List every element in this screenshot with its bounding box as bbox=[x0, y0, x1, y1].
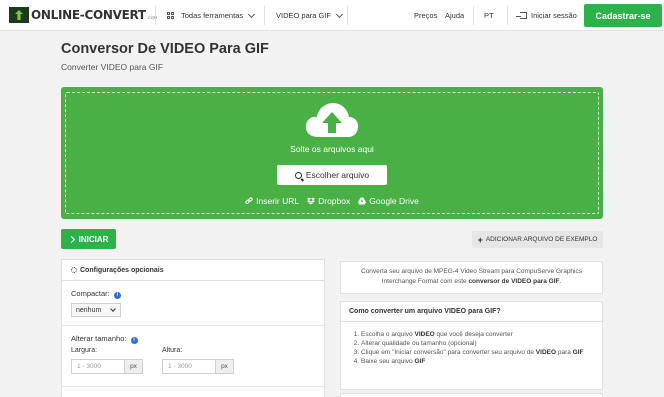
nav-divider bbox=[507, 6, 508, 25]
gear-icon bbox=[71, 267, 77, 273]
how-to-panel: Como converter um arquivo VIDEO para GIF… bbox=[340, 301, 603, 390]
sign-up-button[interactable]: Cadastrar-se bbox=[584, 4, 662, 27]
resize-label-text: Alterar tamanho: bbox=[71, 334, 127, 343]
google-drive-label: Google Drive bbox=[369, 196, 419, 206]
list-item: Baixe seu arquivo GIF bbox=[361, 357, 597, 366]
dropbox-label: Dropbox bbox=[318, 196, 351, 206]
cloud-upload-icon bbox=[305, 103, 359, 137]
how-to-title: Como converter um arquivo VIDEO para GIF… bbox=[341, 302, 602, 322]
settings-title: Configurações opcionais bbox=[80, 266, 164, 274]
how-to-steps: Escolha o arquivo VIDEO que você deseja … bbox=[361, 330, 597, 366]
add-sample-file-button[interactable]: + ADICIONAR ARQUIVO DE EXEMPLO bbox=[472, 231, 603, 248]
plus-icon: + bbox=[477, 234, 483, 245]
height-input[interactable]: 1 - 3000 px bbox=[162, 359, 234, 374]
drop-files-text: Solte os arquivos aqui bbox=[290, 144, 374, 154]
info-icon[interactable]: i bbox=[113, 292, 121, 299]
chevron-down-icon bbox=[335, 10, 344, 18]
page-subtitle: Converter VIDEO para GIF bbox=[61, 62, 164, 72]
link-icon bbox=[245, 197, 253, 205]
compress-select[interactable]: nenhum bbox=[71, 303, 121, 317]
divider bbox=[62, 386, 324, 387]
prices-link[interactable]: Preços bbox=[414, 0, 437, 31]
dropbox-button[interactable]: Dropbox bbox=[307, 196, 350, 206]
cloud-sources: Inserir URL Dropbox Google Drive bbox=[61, 196, 603, 206]
page-title: Conversor De VIDEO Para GIF bbox=[61, 41, 269, 57]
height-unit: px bbox=[215, 360, 233, 373]
nav-divider bbox=[155, 6, 156, 25]
logo-text: ONLINE-CONVERT bbox=[31, 8, 146, 22]
help-link[interactable]: Ajuda bbox=[445, 0, 464, 31]
all-tools-label: Todas ferramentas bbox=[181, 11, 244, 20]
description-bold: conversor de VIDEO para GIF bbox=[468, 278, 560, 285]
list-item: Escolha o arquivo VIDEO que você deseja … bbox=[361, 330, 597, 339]
nav-divider bbox=[264, 6, 265, 25]
chevron-down-icon bbox=[110, 305, 116, 312]
chevron-right-icon bbox=[67, 235, 75, 243]
resize-label: Alterar tamanho: i bbox=[71, 334, 138, 344]
width-unit: px bbox=[124, 360, 142, 373]
width-placeholder: 1 - 3000 bbox=[72, 360, 124, 373]
google-drive-button[interactable]: Google Drive bbox=[358, 196, 419, 206]
settings-header: Configurações opcionais bbox=[62, 260, 324, 281]
google-drive-icon bbox=[358, 197, 367, 205]
top-navbar: ONLINE-CONVERT .COM Todas ferramentas VI… bbox=[0, 0, 664, 31]
nav-divider bbox=[473, 6, 474, 25]
grid-icon bbox=[167, 12, 174, 19]
info-icon[interactable]: i bbox=[130, 337, 138, 344]
dropbox-icon bbox=[307, 197, 316, 205]
sign-in-icon bbox=[516, 12, 527, 19]
sign-in-label: Iniciar sessão bbox=[531, 11, 577, 20]
converter-description: Converta seu arquivo de MPEG-4 Video Str… bbox=[340, 261, 603, 294]
next-panel bbox=[340, 393, 603, 397]
width-input[interactable]: 1 - 3000 px bbox=[71, 359, 143, 374]
height-label: Altura: bbox=[162, 347, 183, 354]
insert-url-button[interactable]: Inserir URL bbox=[245, 196, 299, 206]
logo-icon bbox=[9, 7, 29, 23]
sign-in-link[interactable]: Iniciar sessão bbox=[516, 0, 577, 31]
nav-divider bbox=[347, 6, 348, 25]
description-end: . bbox=[559, 278, 562, 285]
add-sample-label: ADICIONAR ARQUIVO DE EXEMPLO bbox=[485, 236, 598, 243]
all-tools-menu[interactable]: Todas ferramentas bbox=[167, 0, 256, 31]
language-selector[interactable]: PT bbox=[484, 0, 494, 31]
list-item: Clique em "Iniciar conversão" para conve… bbox=[361, 348, 597, 357]
compress-label-text: Compactar: bbox=[71, 289, 110, 298]
compress-label: Compactar: i bbox=[71, 289, 121, 299]
file-dropzone[interactable]: Solte os arquivos aqui Escolher arquivo … bbox=[61, 87, 603, 219]
list-item: Alterar qualidade ou tamanho (opcional) bbox=[361, 339, 597, 348]
start-label: INICIAR bbox=[78, 234, 109, 244]
choose-file-button[interactable]: Escolher arquivo bbox=[277, 165, 387, 185]
logo[interactable]: ONLINE-CONVERT .COM bbox=[9, 7, 157, 23]
height-placeholder: 1 - 3000 bbox=[163, 360, 215, 373]
search-icon bbox=[294, 171, 302, 179]
divider bbox=[62, 325, 324, 326]
video-to-gif-menu[interactable]: VIDEO para GIF bbox=[276, 0, 344, 31]
width-label: Largura: bbox=[71, 347, 98, 354]
insert-url-label: Inserir URL bbox=[256, 196, 300, 206]
choose-file-label: Escolher arquivo bbox=[305, 170, 370, 180]
compress-value: nenhum bbox=[76, 306, 102, 314]
video-to-gif-label: VIDEO para GIF bbox=[276, 11, 332, 20]
chevron-down-icon bbox=[248, 10, 256, 18]
optional-settings-panel: Configurações opcionais Compactar: i nen… bbox=[61, 259, 325, 397]
start-conversion-button[interactable]: INICIAR bbox=[61, 229, 116, 249]
